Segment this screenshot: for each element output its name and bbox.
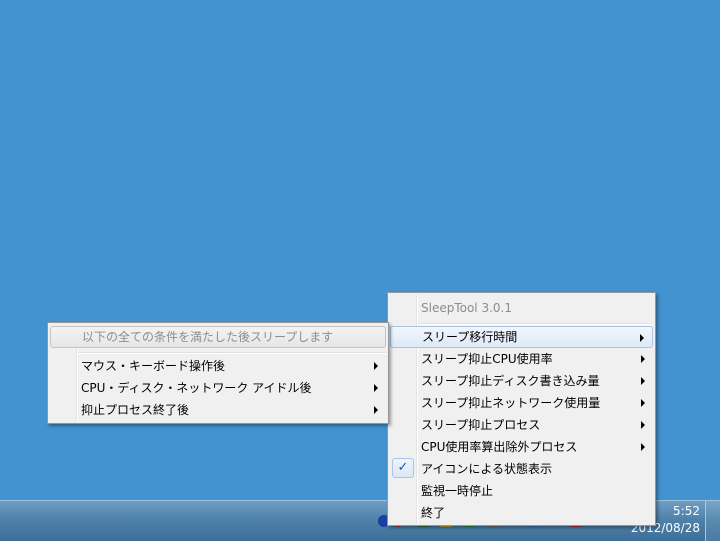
menu-item-pause-monitoring[interactable]: 監視一時停止 <box>390 480 653 502</box>
menu-separator <box>78 352 386 354</box>
menu-item-label: スリープ抑止ディスク書き込み量 <box>421 374 600 388</box>
menu-item-label: スリープ抑止CPU使用率 <box>421 352 553 366</box>
menu-item-label: 監視一時停止 <box>421 484 494 498</box>
menu-item-network-usage[interactable]: スリープ抑止ネットワーク使用量 <box>390 392 653 414</box>
submenu-arrow-icon <box>641 399 645 407</box>
submenu-arrow-icon <box>641 421 645 429</box>
menu-item-cpu-usage[interactable]: スリープ抑止CPU使用率 <box>390 348 653 370</box>
menu-item-cpu-exclude-process[interactable]: CPU使用率算出除外プロセス <box>390 436 653 458</box>
menu-item-label: アイコンによる状態表示 <box>421 462 553 476</box>
submenu-item-process-end[interactable]: 抑止プロセス終了後 <box>50 399 386 421</box>
submenu-arrow-icon <box>641 355 645 363</box>
submenu-arrow-icon <box>374 362 378 370</box>
menu-item-label: CPU・ディスク・ネットワーク アイドル後 <box>81 381 312 395</box>
submenu-item-input-idle[interactable]: マウス・キーボード操作後 <box>50 355 386 377</box>
submenu-arrow-icon <box>374 406 378 414</box>
menu-item-disk-write[interactable]: スリープ抑止ディスク書き込み量 <box>390 370 653 392</box>
menu-item-label: マウス・キーボード操作後 <box>81 359 226 373</box>
submenu-item-resource-idle[interactable]: CPU・ディスク・ネットワーク アイドル後 <box>50 377 386 399</box>
menu-item-label: 終了 <box>421 506 446 520</box>
menu-item-label: 抑止プロセス終了後 <box>81 403 190 417</box>
menu-item-inhibit-process[interactable]: スリープ抑止プロセス <box>390 414 653 436</box>
submenu-arrow-icon <box>641 377 645 385</box>
menu-separator <box>418 323 653 325</box>
sleep-time-submenu: 以下の全ての条件を満たした後スリープします マウス・キーボード操作後 CPU・デ… <box>47 322 389 424</box>
show-desktop-button[interactable] <box>705 501 720 541</box>
menu-item-label: CPU使用率算出除外プロセス <box>421 440 578 454</box>
menu-item-label: スリープ抑止ネットワーク使用量 <box>421 396 601 410</box>
submenu-arrow-icon <box>640 334 644 342</box>
submenu-arrow-icon <box>374 384 378 392</box>
submenu-header: 以下の全ての条件を満たした後スリープします <box>50 326 386 348</box>
menu-item-label: スリープ抑止プロセス <box>421 418 541 432</box>
menu-item-exit[interactable]: 終了 <box>390 502 653 524</box>
menu-title: SleepTool 3.0.1 <box>421 301 512 315</box>
submenu-arrow-icon <box>641 443 645 451</box>
menu-item-icon-status[interactable]: ✓ アイコンによる状態表示 <box>390 458 653 480</box>
menu-item-sleep-time[interactable]: スリープ移行時間 <box>390 326 653 348</box>
menu-item-label: スリープ移行時間 <box>422 330 518 344</box>
check-icon: ✓ <box>392 458 414 478</box>
sleeptool-context-menu: SleepTool 3.0.1 スリープ移行時間 スリープ抑止CPU使用率 スリ… <box>387 292 656 526</box>
